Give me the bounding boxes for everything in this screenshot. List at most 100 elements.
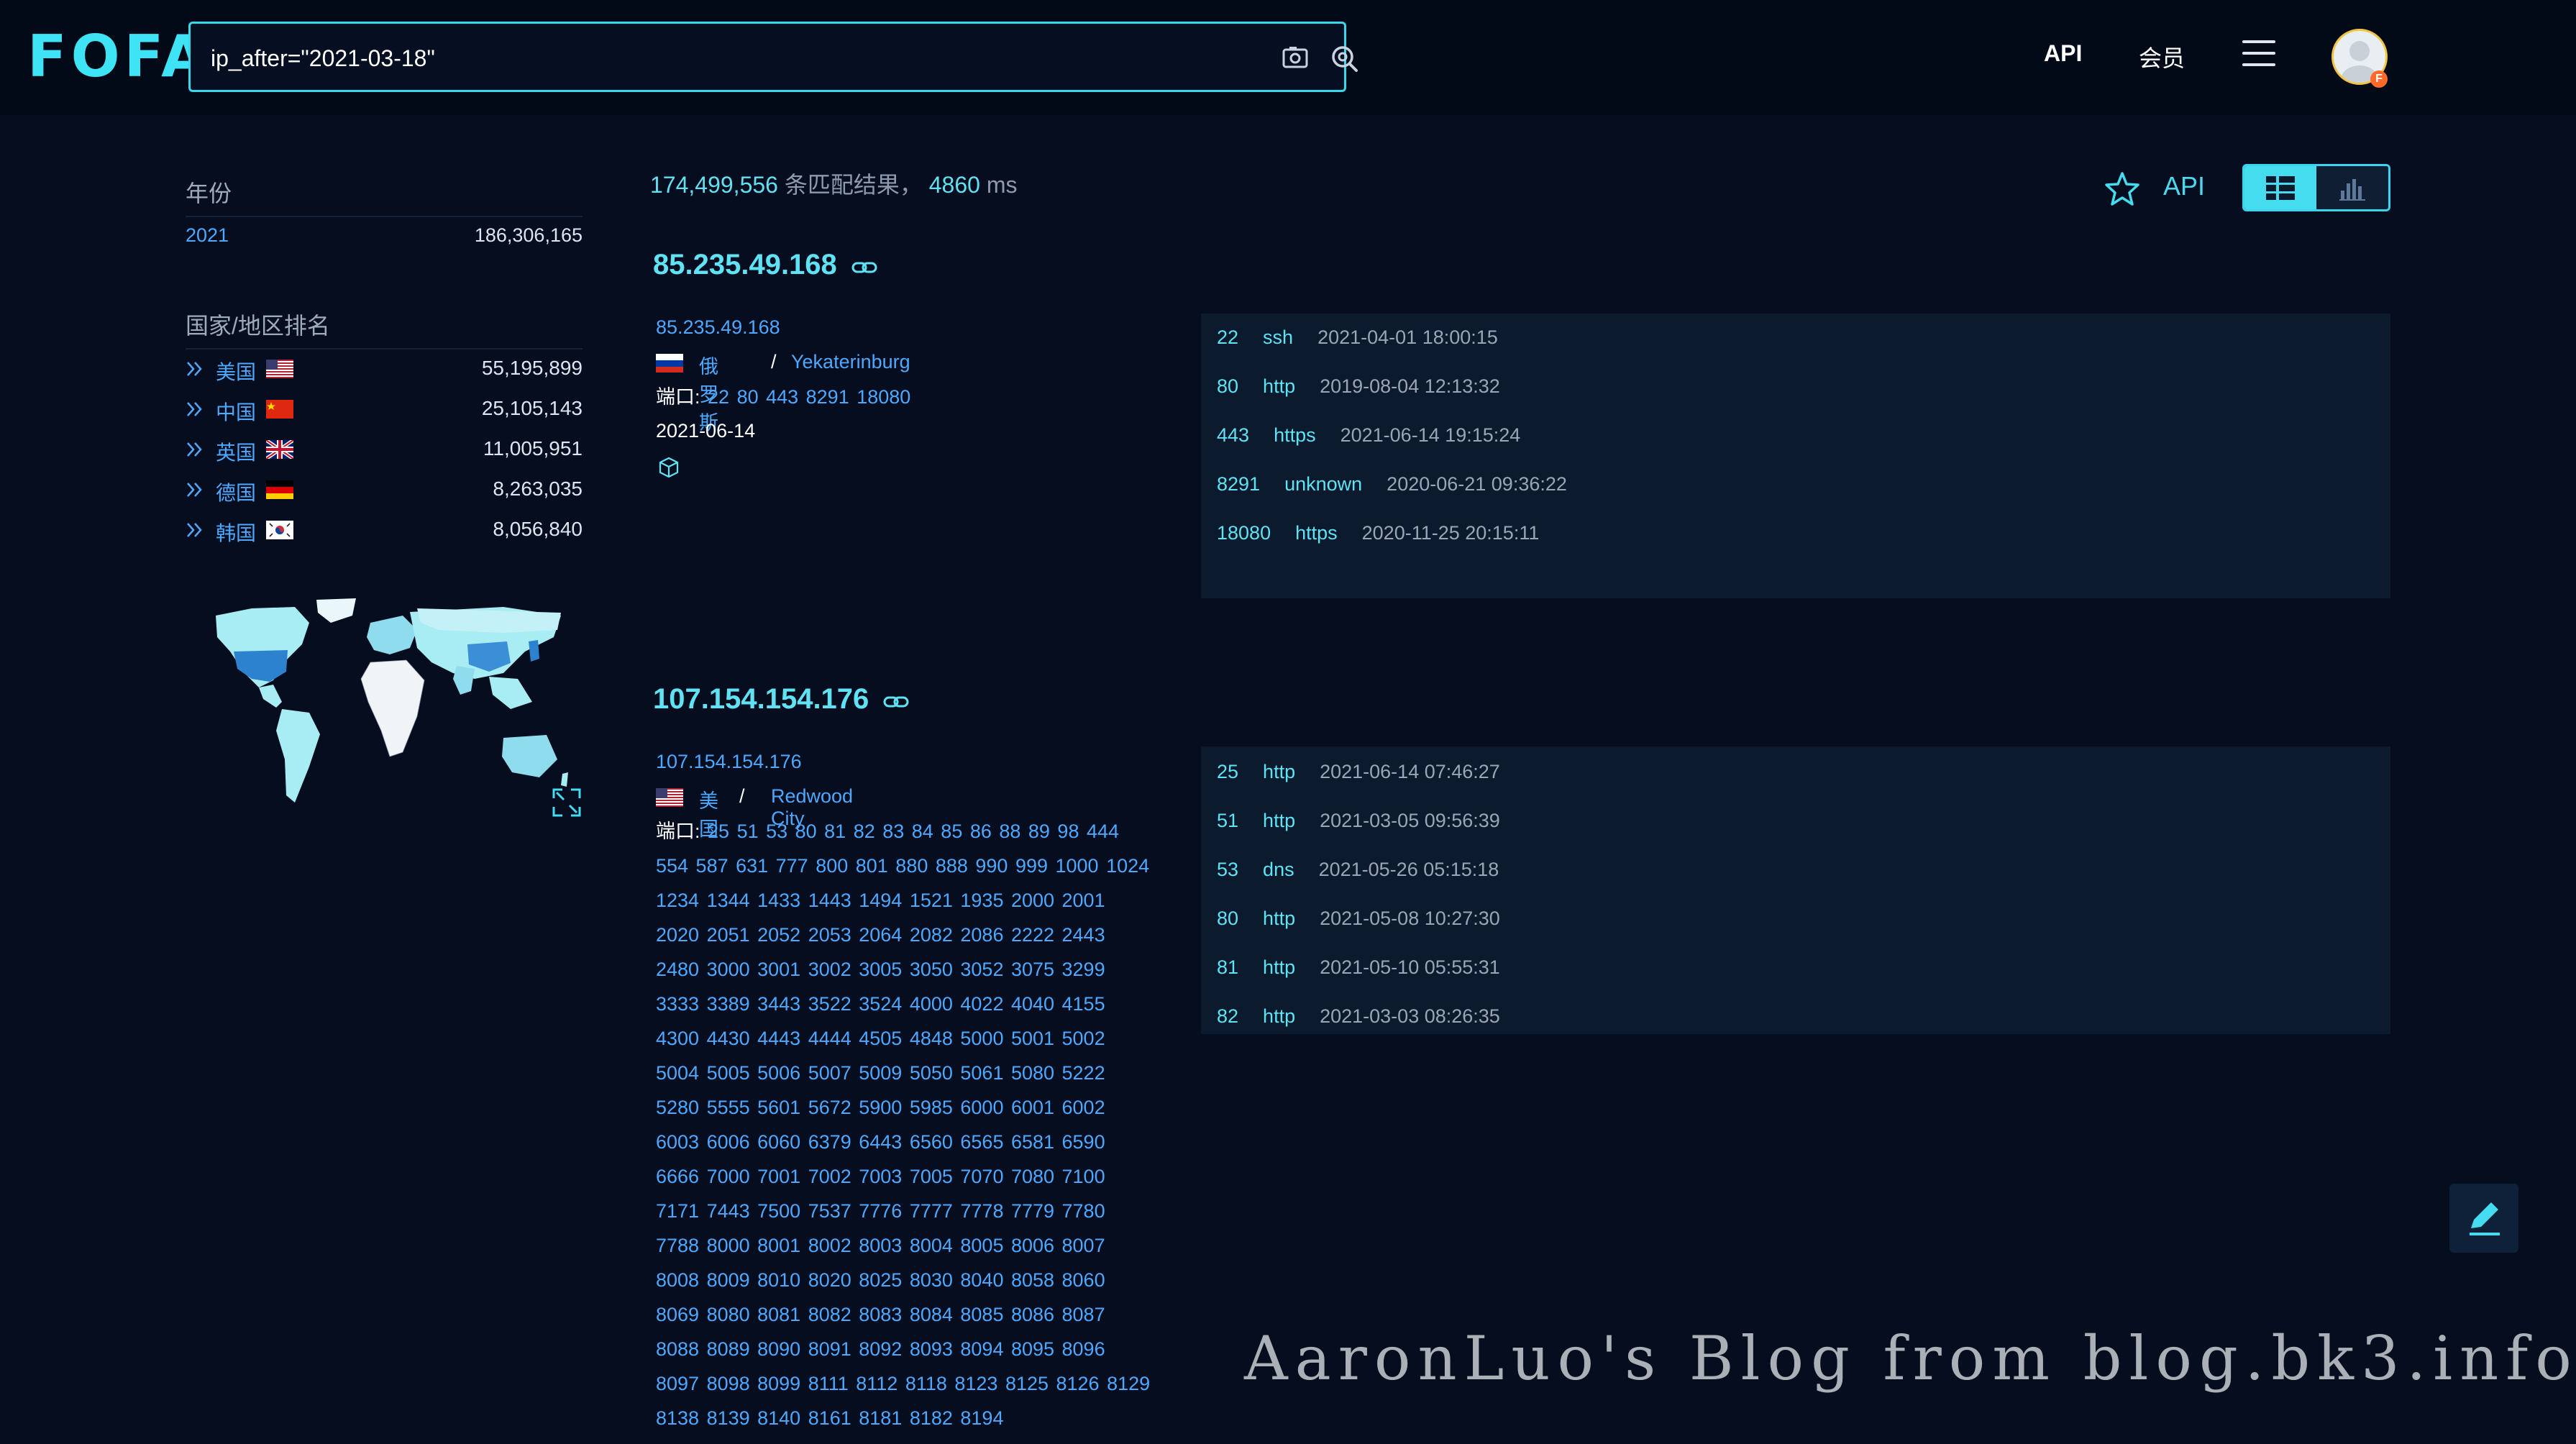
service-row[interactable]: 51 http 2021-03-05 09:56:39 [1217,810,1500,838]
list-view-button[interactable] [2244,166,2316,209]
service-row[interactable]: 25 http 2021-06-14 07:46:27 [1217,761,1500,790]
chart-view-button[interactable] [2316,166,2388,209]
service-port: 81 [1217,956,1239,978]
country-count: 25,105,143 [481,397,583,419]
search-icon[interactable] [1328,42,1360,74]
country-count: 8,263,035 [493,477,583,500]
world-map[interactable] [201,594,575,824]
service-time: 2021-05-08 10:27:30 [1320,908,1500,929]
country-name: 中国 [216,401,257,424]
service-time: 2019-08-04 12:13:32 [1320,375,1500,397]
service-port: 22 [1217,326,1239,348]
service-row[interactable]: 18080 https 2020-11-25 20:15:11 [1217,522,1539,551]
service-port: 25 [1217,761,1239,782]
country-count: 8,056,840 [493,518,583,540]
country-item-us[interactable]: 美国 55,195,899 [186,357,583,385]
image-search-icon[interactable] [1279,42,1311,74]
double-chevron-right-icon [187,483,202,497]
avatar-badge: F [2370,70,2388,88]
result-ip-title[interactable]: 107.154.154.176 [653,683,869,716]
service-protocol: http [1263,956,1296,978]
link-icon[interactable] [883,695,909,709]
star-icon[interactable] [2103,170,2142,209]
service-row[interactable]: 22 ssh 2021-04-01 18:00:15 [1217,326,1498,355]
service-row[interactable]: 82 http 2021-03-03 08:26:35 [1217,1005,1500,1034]
query-time: 4860 [928,172,980,198]
service-time: 2021-04-01 18:00:15 [1317,326,1498,348]
result-date: 2021-06-14 [656,420,756,442]
country-item-gb[interactable]: 英国 11,005,951 [186,437,583,466]
service-row[interactable]: 443 https 2021-06-14 19:15:24 [1217,424,1520,453]
kr-flag-icon [266,521,293,539]
result-ports: 端口: 22 80 443 8291 18080 [656,380,1159,414]
ports-label: 端口: [656,386,700,408]
de-flag-icon [266,480,293,499]
edit-button[interactable] [2449,1184,2518,1253]
ports-list[interactable]: 22 80 443 8291 18080 [708,386,910,408]
service-protocol: https [1274,424,1316,446]
watermark: AaronLuo's Blog from blog.bk3.info [1244,1323,2576,1394]
map-region-usa [234,650,288,682]
api-button[interactable]: API [2163,171,2205,201]
result-summary: 174,499,556 条匹配结果， 4860 ms [650,167,1017,200]
top-bar: FOFA API 会员 F [0,0,2576,115]
country-count: 11,005,951 [483,437,583,460]
double-chevron-right-icon [187,402,202,416]
map-region-japan [529,640,539,662]
map-region-india [453,666,475,695]
service-time: 2021-03-05 09:56:39 [1320,810,1500,831]
service-row[interactable]: 53 dns 2021-05-26 05:15:18 [1217,859,1499,887]
location-separator: / [771,351,777,373]
service-time: 2021-06-14 19:15:24 [1340,424,1521,446]
country-rank-title: 国家/地区排名 [186,313,330,339]
ports-list[interactable]: 25 51 53 80 81 82 83 84 85 86 88 89 98 4… [656,821,1150,1429]
country-item-kr[interactable]: 韩国 8,056,840 [186,518,583,547]
expand-icon[interactable] [551,787,583,818]
service-port: 18080 [1217,522,1271,544]
service-port: 53 [1217,859,1239,880]
divider [186,348,583,349]
service-panel: 25 http 2021-06-14 07:46:27 51 http 2021-03-… [1201,746,2390,1034]
country-item-cn[interactable]: 中国 25,105,143 [186,397,583,426]
divider [186,216,583,217]
nav-member-link[interactable]: 会员 [2139,40,2185,73]
search-box[interactable] [188,22,1358,92]
cn-flag-icon [266,400,293,419]
service-port: 443 [1217,424,1250,446]
ports-label: 端口: [656,821,700,842]
result-count: 174,499,556 [650,172,778,198]
fofa-logo[interactable]: FOFA [27,23,210,90]
list-view-icon [2266,176,2295,200]
year-filter-item[interactable]: 2021 186,306,165 [186,224,583,247]
service-port: 80 [1217,908,1239,929]
service-row[interactable]: 81 http 2021-05-10 05:55:31 [1217,956,1500,985]
double-chevron-right-icon [187,523,202,537]
service-row[interactable]: 8291 unknown 2020-06-21 09:36:22 [1217,473,1567,502]
ru-flag-icon [656,354,683,373]
link-icon[interactable] [851,260,877,275]
result-ports: 端口: 25 51 53 80 81 82 83 84 85 86 88 89 … [656,814,1152,1438]
nav-api-link[interactable]: API [2044,40,2082,67]
country-name: 德国 [216,482,257,504]
service-protocol: http [1263,908,1296,929]
year-filter-title: 年份 [186,180,232,206]
country-item-de[interactable]: 德国 8,263,035 [186,477,583,506]
service-protocol: http [1263,761,1296,782]
service-time: 2021-05-26 05:15:18 [1318,859,1499,880]
bar-chart-icon [2339,179,2365,201]
country-name: 美国 [216,361,257,383]
service-row[interactable]: 80 http 2019-08-04 12:13:32 [1217,375,1500,404]
result-city-link[interactable]: Yekaterinburg [791,351,910,373]
service-protocol: ssh [1263,326,1294,348]
menu-icon[interactable] [2242,40,2275,69]
us-flag-icon [266,360,293,378]
result-host-link[interactable]: 85.235.49.168 [656,316,780,339]
search-input[interactable] [209,38,1219,78]
service-row[interactable]: 80 http 2021-05-08 10:27:30 [1217,908,1500,936]
service-time: 2021-06-14 07:46:27 [1320,761,1500,782]
result-host-link[interactable]: 107.154.154.176 [656,751,802,773]
cube-icon[interactable] [657,456,680,479]
double-chevron-right-icon [187,362,202,376]
service-port: 80 [1217,375,1239,397]
result-ip-title[interactable]: 85.235.49.168 [653,249,837,281]
